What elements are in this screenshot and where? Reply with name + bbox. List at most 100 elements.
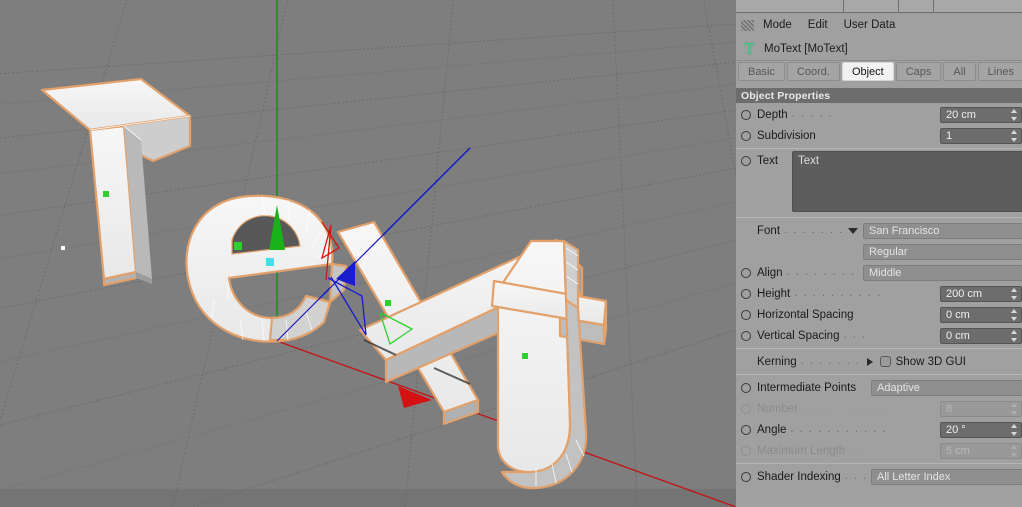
label-vertical-spacing: Vertical Spacing	[757, 329, 840, 342]
label-maximum-length: Maximum Length	[757, 444, 846, 457]
value-vertical-spacing: 0 cm	[946, 329, 970, 342]
show-3d-gui-checkbox[interactable]	[879, 356, 891, 367]
value-number: 8	[946, 402, 953, 415]
vertical-spacing-animation-dot[interactable]	[741, 330, 751, 341]
row-horizontal-spacing: Horizontal Spacing 0 cm	[736, 304, 1022, 325]
angle-animation-dot[interactable]	[741, 424, 751, 435]
input-angle[interactable]: 20 °	[940, 421, 1022, 438]
section-header-object-properties: Object Properties	[736, 88, 1022, 103]
depth-spinner[interactable]	[1009, 108, 1018, 121]
height-spinner[interactable]	[1009, 287, 1018, 300]
shader-indexing-animation-dot[interactable]	[741, 471, 751, 482]
top-tab-segment-3[interactable]	[899, 0, 934, 13]
tab-lines[interactable]: Lines	[977, 62, 1022, 81]
tab-object[interactable]: Object	[841, 62, 894, 81]
menu-item-edit[interactable]: Edit	[808, 19, 828, 31]
tab-coord[interactable]: Coord.	[786, 62, 840, 81]
horizontal-spacing-animation-dot[interactable]	[741, 309, 751, 320]
input-font-style[interactable]: Regular	[863, 243, 1022, 260]
subdivision-animation-dot[interactable]	[741, 130, 751, 141]
motext-T-icon: T	[744, 39, 755, 58]
label-intermediate-points: Intermediate Points	[757, 381, 857, 394]
viewport-3d[interactable]	[0, 0, 736, 507]
viewport-scene	[0, 0, 736, 507]
row-depth: Depth . . . . . 20 cm	[736, 104, 1022, 125]
dots-height: . . . . . . . . . .	[794, 288, 882, 299]
height-animation-dot[interactable]	[741, 288, 751, 299]
input-height[interactable]: 200 cm	[940, 285, 1022, 302]
label-depth: Depth	[757, 108, 788, 121]
dots-kerning: . . . . . . .	[800, 356, 861, 367]
row-subdivision: Subdivision 1	[736, 125, 1022, 146]
hatch-grip-icon[interactable]	[741, 19, 754, 31]
input-vertical-spacing[interactable]: 0 cm	[940, 327, 1022, 344]
value-height: 200 cm	[946, 287, 983, 300]
value-horizontal-spacing: 0 cm	[946, 308, 970, 321]
green-handle	[385, 300, 391, 306]
menu-item-user-data[interactable]: User Data	[844, 19, 896, 31]
input-shader-indexing[interactable]: All Letter Index	[871, 468, 1022, 485]
label-horizontal-spacing: Horizontal Spacing	[757, 308, 854, 321]
row-intermediate-points: Intermediate Points Adaptive	[736, 377, 1022, 398]
subdivision-spinner[interactable]	[1009, 129, 1018, 142]
menu-item-mode[interactable]: Mode	[763, 19, 792, 31]
input-depth[interactable]: 20 cm	[940, 106, 1022, 123]
green-handle	[234, 242, 242, 250]
divider-1	[736, 148, 1022, 149]
number-animation-dot	[741, 403, 751, 414]
top-tab-segment-2[interactable]	[844, 0, 899, 13]
dots-align: . . . . . . . . . . . .	[786, 267, 859, 278]
dots-shader-indexing: . . .	[844, 471, 867, 482]
value-font: San Francisco	[869, 224, 940, 237]
x-axis-arrow	[398, 386, 432, 408]
textarea-text[interactable]: Text	[792, 151, 1022, 212]
input-maximum-length: 5 cm	[940, 442, 1022, 459]
label-angle: Angle	[757, 423, 787, 436]
dots-maximum-length: . .	[849, 445, 864, 456]
row-text: Text Text	[736, 151, 1022, 215]
tab-basic[interactable]: Basic	[738, 62, 785, 81]
panel-top-tabstrip[interactable]	[736, 0, 1022, 13]
label-number: Number	[757, 402, 798, 415]
input-subdivision[interactable]: 1	[940, 127, 1022, 144]
property-tabs: Basic Coord. Object Caps All Lines W	[736, 62, 1022, 81]
label-align: Align	[757, 266, 783, 279]
align-animation-dot[interactable]	[741, 267, 751, 278]
depth-animation-dot[interactable]	[741, 109, 751, 120]
input-font[interactable]: San Francisco	[863, 222, 1022, 239]
text-animation-dot[interactable]	[741, 156, 751, 166]
value-align: Middle	[869, 266, 902, 279]
dots-font: . . . . . . . . . .	[784, 225, 844, 236]
input-intermediate-points[interactable]: Adaptive	[871, 379, 1022, 396]
divider-2	[736, 217, 1022, 218]
letter-e	[185, 194, 348, 343]
kerning-expand-arrow-icon[interactable]	[866, 357, 873, 366]
font-dropdown-arrow-icon[interactable]	[848, 227, 858, 234]
horizontal-spacing-spinner[interactable]	[1009, 308, 1018, 321]
row-font-style: Regular	[736, 241, 1022, 262]
divider-3	[736, 348, 1022, 349]
input-horizontal-spacing[interactable]: 0 cm	[940, 306, 1022, 323]
label-show-3d-gui: Show 3D GUI	[895, 355, 966, 368]
application-window: Mode Edit User Data T MoText [MoText] Ba…	[0, 0, 1022, 507]
angle-spinner[interactable]	[1009, 423, 1018, 436]
tab-caps[interactable]: Caps	[895, 62, 942, 81]
intermediate-points-animation-dot[interactable]	[741, 382, 751, 393]
object-title-row[interactable]: T MoText [MoText]	[736, 38, 1022, 61]
dots-number: . . . . . . . . . .	[801, 403, 890, 414]
top-tab-segment-1[interactable]	[736, 0, 844, 13]
vertical-spacing-spinner[interactable]	[1009, 329, 1018, 342]
value-shader-indexing: All Letter Index	[877, 470, 951, 483]
number-spinner	[1009, 402, 1018, 415]
letter-T	[40, 77, 192, 287]
row-align: Align . . . . . . . . . . . . Middle	[736, 262, 1022, 283]
attributes-panel: Mode Edit User Data T MoText [MoText] Ba…	[736, 0, 1022, 507]
cyan-handle	[266, 258, 274, 266]
tab-all[interactable]: All	[943, 62, 976, 81]
label-shader-indexing: Shader Indexing	[757, 470, 841, 483]
dots-depth: . . . . .	[791, 109, 834, 120]
letter-t	[490, 239, 608, 490]
row-maximum-length: Maximum Length . . 5 cm	[736, 440, 1022, 461]
label-text: Text	[757, 155, 779, 167]
input-align[interactable]: Middle	[863, 264, 1022, 281]
